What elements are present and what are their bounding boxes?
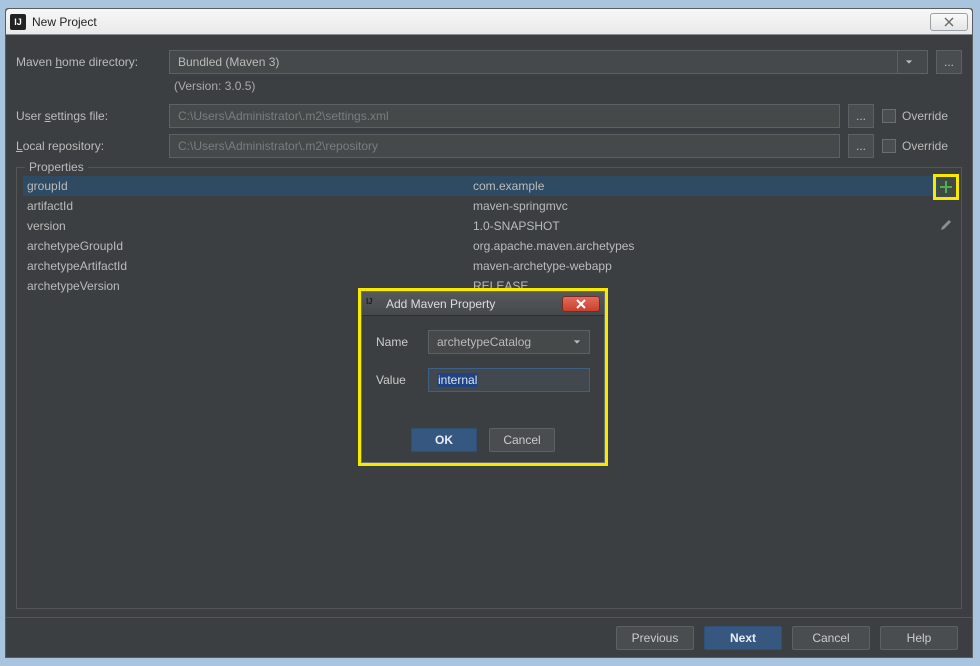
property-value: maven-springmvc: [473, 199, 937, 213]
dialog-body: Name archetypeCatalog Value internal: [362, 316, 604, 428]
cancel-button[interactable]: Cancel: [792, 626, 870, 650]
dialog-footer: OK Cancel: [362, 428, 604, 462]
dialog-title: Add Maven Property: [386, 297, 556, 311]
maven-home-combo[interactable]: Bundled (Maven 3): [169, 50, 928, 74]
dialog-titlebar[interactable]: IJ Add Maven Property: [362, 292, 604, 316]
add-property-highlight: IJ Add Maven Property Name archetypeCata…: [358, 288, 608, 466]
name-label: Name: [376, 335, 420, 349]
help-button[interactable]: Help: [880, 626, 958, 650]
property-value: com.example: [473, 179, 937, 193]
name-row: Name archetypeCatalog: [376, 330, 590, 354]
property-row[interactable]: archetypeArtifactIdmaven-archetype-webap…: [23, 256, 937, 276]
repo-override-checkbox[interactable]: Override: [882, 139, 962, 153]
name-combo[interactable]: archetypeCatalog: [428, 330, 590, 354]
app-icon: IJ: [10, 14, 26, 30]
maven-home-browse-button[interactable]: ...: [936, 50, 962, 74]
close-icon: [942, 17, 956, 27]
property-value: org.apache.maven.archetypes: [473, 239, 937, 253]
local-repo-row: Local repository: C:\Users\Administrator…: [16, 131, 962, 161]
wizard-footer: Previous Next Cancel Help: [6, 617, 972, 657]
maven-home-row: Maven home directory: Bundled (Maven 3) …: [16, 47, 962, 77]
pencil-icon: [939, 218, 953, 232]
property-key: archetypeGroupId: [23, 239, 473, 253]
settings-file-field[interactable]: C:\Users\Administrator\.m2\settings.xml: [169, 104, 840, 128]
add-maven-property-dialog: IJ Add Maven Property Name archetypeCata…: [361, 291, 605, 463]
value-input[interactable]: internal: [428, 368, 590, 392]
checkbox-icon: [882, 109, 896, 123]
window-close-button[interactable]: [930, 13, 968, 31]
settings-override-checkbox[interactable]: Override: [882, 109, 962, 123]
dialog-cancel-button[interactable]: Cancel: [489, 428, 555, 452]
previous-button[interactable]: Previous: [616, 626, 694, 650]
window-titlebar[interactable]: IJ New Project: [6, 9, 972, 35]
property-value: maven-archetype-webapp: [473, 259, 937, 273]
value-row: Value internal: [376, 368, 590, 392]
edit-property-button[interactable]: [939, 218, 953, 235]
maven-home-value: Bundled (Maven 3): [178, 55, 279, 69]
properties-actions: [933, 174, 959, 235]
app-icon: IJ: [366, 297, 380, 311]
settings-file-label: User settings file:: [16, 109, 161, 123]
name-value: archetypeCatalog: [437, 335, 531, 349]
add-property-button[interactable]: [933, 174, 959, 200]
maven-home-label: Maven home directory:: [16, 55, 161, 69]
checkbox-icon: [882, 139, 896, 153]
settings-file-row: User settings file: C:\Users\Administrat…: [16, 101, 962, 131]
property-row[interactable]: archetypeGroupIdorg.apache.maven.archety…: [23, 236, 937, 256]
chevron-down-icon: [897, 51, 919, 73]
chevron-down-icon: [573, 335, 581, 349]
local-repo-label: Local repository:: [16, 139, 161, 153]
property-row[interactable]: version1.0-SNAPSHOT: [23, 216, 937, 236]
property-key: archetypeArtifactId: [23, 259, 473, 273]
maven-version-note: (Version: 3.0.5): [16, 77, 962, 101]
local-repo-field[interactable]: C:\Users\Administrator\.m2\repository: [169, 134, 840, 158]
next-button[interactable]: Next: [704, 626, 782, 650]
property-key: version: [23, 219, 473, 233]
dialog-close-button[interactable]: [562, 296, 600, 312]
local-repo-browse-button[interactable]: ...: [848, 134, 874, 158]
property-row[interactable]: groupIdcom.example: [23, 176, 937, 196]
properties-title: Properties: [25, 160, 88, 174]
value-text: internal: [437, 373, 478, 387]
value-label: Value: [376, 373, 420, 387]
window-title: New Project: [32, 15, 930, 29]
ok-button[interactable]: OK: [411, 428, 477, 452]
plus-icon: [939, 180, 953, 194]
property-value: 1.0-SNAPSHOT: [473, 219, 937, 233]
property-key: groupId: [23, 179, 473, 193]
property-key: artifactId: [23, 199, 473, 213]
property-row[interactable]: artifactIdmaven-springmvc: [23, 196, 937, 216]
close-icon: [576, 299, 586, 309]
settings-file-browse-button[interactable]: ...: [848, 104, 874, 128]
